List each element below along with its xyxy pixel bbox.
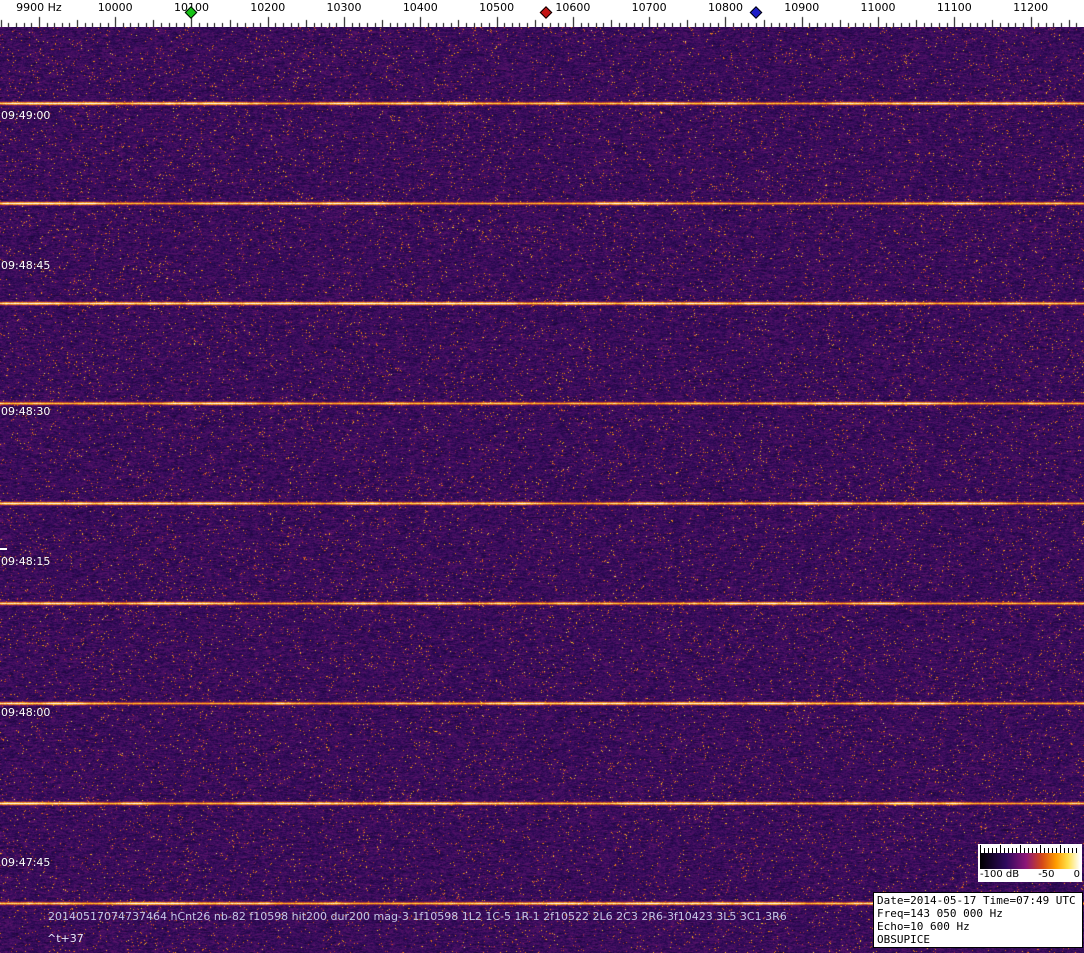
freq-label: 10400 <box>403 1 438 14</box>
colorbar-label-min: -100 dB <box>980 869 1019 881</box>
info-date-time: Date=2014-05-17 Time=07:49 UTC <box>877 894 1079 907</box>
freq-label: 10600 <box>555 1 590 14</box>
colorbar-gradient <box>980 853 1080 869</box>
colorbar: -100 dB -50 0 <box>978 844 1082 882</box>
time-label: 09:47:45 <box>1 856 50 869</box>
freq-label: 10900 <box>784 1 819 14</box>
time-label: 09:48:00 <box>1 706 50 719</box>
time-label: 09:48:30 <box>1 405 50 418</box>
freq-label: 11100 <box>937 1 972 14</box>
detection-readout: 20140517074737464 hCnt26 nb-82 f10598 hi… <box>48 910 787 923</box>
spectrogram-app-window: 9900 Hz100001010010200103001040010500106… <box>0 0 1084 953</box>
time-label: 09:48:45 <box>1 259 50 272</box>
info-station: OBSUPICE <box>877 933 1079 946</box>
freq-label: 11200 <box>1013 1 1048 14</box>
freq-label: 10500 <box>479 1 514 14</box>
freq-label: 10700 <box>632 1 667 14</box>
freq-label: 10000 <box>98 1 133 14</box>
spectrogram-area[interactable]: 09:49:00 09:48:45 09:48:30 09:48:15 09:48:00… <box>0 27 1084 953</box>
freq-label: 10800 <box>708 1 743 14</box>
freq-label: 10200 <box>250 1 285 14</box>
cursor-note: ^t+37 <box>47 932 84 945</box>
info-frequency: Freq=143 050 000 Hz <box>877 907 1079 920</box>
time-cursor-tick <box>0 548 7 550</box>
info-echo: Echo=10 600 Hz <box>877 920 1079 933</box>
time-label: 09:48:15 <box>1 555 50 568</box>
freq-label: 9900 Hz <box>16 1 62 14</box>
time-label: 09:49:00 <box>1 109 50 122</box>
colorbar-label-mid: -50 <box>1038 869 1054 881</box>
observation-info-box: Date=2014-05-17 Time=07:49 UTC Freq=143 … <box>873 892 1083 948</box>
colorbar-ruler-ticks <box>980 845 1080 853</box>
freq-label: 11000 <box>861 1 896 14</box>
freq-label: 10300 <box>327 1 362 14</box>
colorbar-label-max: 0 <box>1074 869 1080 881</box>
colorbar-labels: -100 dB -50 0 <box>980 869 1080 881</box>
spectrogram-canvas[interactable] <box>0 27 1084 953</box>
frequency-ruler[interactable]: 9900 Hz100001010010200103001040010500106… <box>0 0 1084 27</box>
